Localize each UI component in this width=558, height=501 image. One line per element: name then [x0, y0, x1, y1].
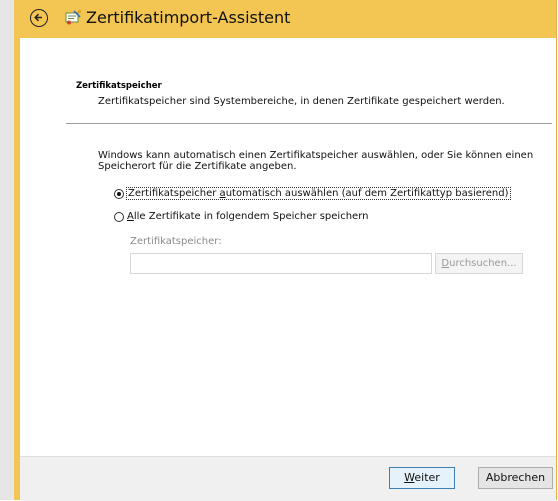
page-subheading: Zertifikatspeicher sind Systembereiche, …	[98, 96, 505, 107]
desktop-edge	[0, 0, 20, 500]
description-text: Windows kann automatisch einen Zertifika…	[98, 150, 534, 172]
radio-manual[interactable]	[114, 211, 124, 222]
button-bar: Weiter Abbrechen	[20, 456, 556, 501]
option-manual[interactable]: Alle Zertifikate in folgendem Speicher s…	[114, 211, 368, 222]
option-manual-label: Alle Zertifikate in folgendem Speicher s…	[127, 211, 369, 222]
back-button[interactable]	[30, 9, 48, 27]
screen: Zertifikatimport-Assistent Zertifikatspe…	[0, 0, 558, 501]
wizard-window: Zertifikatimport-Assistent Zertifikatspe…	[20, 0, 557, 501]
radio-automatic[interactable]	[114, 188, 124, 199]
browse-button[interactable]: Durchsuchen...	[435, 253, 523, 274]
option-automatic-label: Zertifikatspeicher automatisch auswählen…	[126, 187, 511, 200]
certificate-wizard-icon	[63, 8, 83, 28]
page-heading: Zertifikatspeicher	[76, 81, 162, 91]
header-separator	[66, 123, 552, 124]
next-button[interactable]: Weiter	[389, 467, 455, 489]
arrow-left-icon	[34, 13, 42, 22]
cancel-button[interactable]: Abbrechen	[478, 467, 553, 489]
option-automatic[interactable]: Zertifikatspeicher automatisch auswählen…	[114, 187, 511, 200]
title-bar: Zertifikatimport-Assistent	[20, 0, 556, 38]
store-input[interactable]	[130, 253, 432, 274]
store-label: Zertifikatspeicher:	[130, 236, 222, 247]
wizard-page: Zertifikatspeicher Zertifikatspeicher si…	[20, 38, 556, 456]
window-title: Zertifikatimport-Assistent	[86, 8, 291, 27]
